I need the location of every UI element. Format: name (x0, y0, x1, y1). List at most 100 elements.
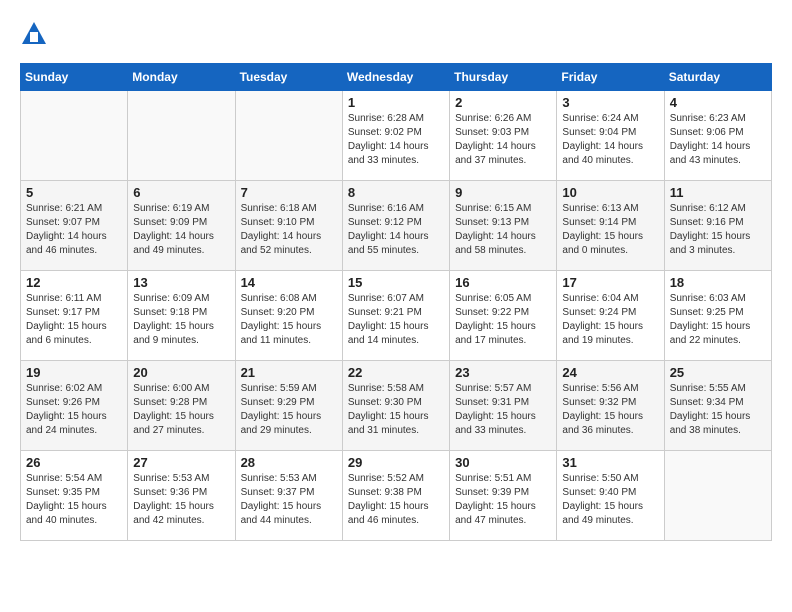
day-cell: 20 Sunrise: 6:00 AM Sunset: 9:28 PM Dayli… (128, 361, 235, 451)
day-number: 23 (455, 365, 551, 380)
day-info: Sunrise: 5:52 AM Sunset: 9:38 PM Dayligh… (348, 472, 444, 528)
day-cell: 18Sunrise: 6:03 AM Sunset: 9:25 PM Dayli… (664, 271, 771, 361)
day-number: 9 (455, 185, 551, 200)
day-info: Sunrise: 6:02 AM Sunset: 9:26 PM Dayligh… (26, 382, 122, 438)
day-number: 21 (241, 365, 337, 380)
day-info: Sunrise: 5:56 AM Sunset: 9:32 PM Dayligh… (562, 382, 658, 438)
day-cell: 7 Sunrise: 6:18 AM Sunset: 9:10 PM Daylig… (235, 181, 342, 271)
day-info: Sunrise: 6:05 AM Sunset: 9:22 PM Dayligh… (455, 292, 551, 348)
day-cell: 31 Sunrise: 5:50 AM Sunset: 9:40 PM Dayli… (557, 451, 664, 541)
day-cell: 24 Sunrise: 5:56 AM Sunset: 9:32 PM Dayli… (557, 361, 664, 451)
day-number: 1 (348, 95, 444, 110)
day-number: 25 (670, 365, 766, 380)
day-cell (128, 91, 235, 181)
calendar-body: 1 Sunrise: 6:28 AM Sunset: 9:02 PM Daylig… (21, 91, 772, 541)
day-info: Sunrise: 6:04 AM Sunset: 9:24 PM Dayligh… (562, 292, 658, 348)
day-info: Sunrise: 5:51 AM Sunset: 9:39 PM Dayligh… (455, 472, 551, 528)
day-cell: 10 Sunrise: 6:13 AM Sunset: 9:14 PM Dayli… (557, 181, 664, 271)
day-cell: 8 Sunrise: 6:16 AM Sunset: 9:12 PM Daylig… (342, 181, 449, 271)
week-row: 26 Sunrise: 5:54 AM Sunset: 9:35 PM Dayli… (21, 451, 772, 541)
header-cell-monday: Monday (128, 64, 235, 91)
header-cell-friday: Friday (557, 64, 664, 91)
day-number: 5 (26, 185, 122, 200)
day-cell: 27 Sunrise: 5:53 AM Sunset: 9:36 PM Dayli… (128, 451, 235, 541)
day-number: 28 (241, 455, 337, 470)
day-info: Sunrise: 6:28 AM Sunset: 9:02 PM Dayligh… (348, 112, 444, 168)
day-cell: 30Sunrise: 5:51 AM Sunset: 9:39 PM Dayli… (450, 451, 557, 541)
day-cell: 26 Sunrise: 5:54 AM Sunset: 9:35 PM Dayli… (21, 451, 128, 541)
day-info: Sunrise: 6:19 AM Sunset: 9:09 PM Dayligh… (133, 202, 229, 258)
day-info: Sunrise: 5:53 AM Sunset: 9:37 PM Dayligh… (241, 472, 337, 528)
day-info: Sunrise: 6:11 AM Sunset: 9:17 PM Dayligh… (26, 292, 122, 348)
calendar-header: SundayMondayTuesdayWednesdayThursdayFrid… (21, 64, 772, 91)
day-number: 19 (26, 365, 122, 380)
week-row: 5 Sunrise: 6:21 AM Sunset: 9:07 PM Daylig… (21, 181, 772, 271)
day-number: 4 (670, 95, 766, 110)
day-info: Sunrise: 6:23 AM Sunset: 9:06 PM Dayligh… (670, 112, 766, 168)
day-cell: 23Sunrise: 5:57 AM Sunset: 9:31 PM Dayli… (450, 361, 557, 451)
day-cell: 9Sunrise: 6:15 AM Sunset: 9:13 PM Daylig… (450, 181, 557, 271)
header-cell-saturday: Saturday (664, 64, 771, 91)
day-cell: 1 Sunrise: 6:28 AM Sunset: 9:02 PM Daylig… (342, 91, 449, 181)
day-cell: 2 Sunrise: 6:26 AM Sunset: 9:03 PM Daylig… (450, 91, 557, 181)
day-number: 14 (241, 275, 337, 290)
day-number: 6 (133, 185, 229, 200)
day-number: 24 (562, 365, 658, 380)
day-info: Sunrise: 6:00 AM Sunset: 9:28 PM Dayligh… (133, 382, 229, 438)
day-info: Sunrise: 6:18 AM Sunset: 9:10 PM Dayligh… (241, 202, 337, 258)
day-info: Sunrise: 5:54 AM Sunset: 9:35 PM Dayligh… (26, 472, 122, 528)
day-info: Sunrise: 5:50 AM Sunset: 9:40 PM Dayligh… (562, 472, 658, 528)
day-number: 16 (455, 275, 551, 290)
day-cell (664, 451, 771, 541)
day-number: 12 (26, 275, 122, 290)
day-info: Sunrise: 6:16 AM Sunset: 9:12 PM Dayligh… (348, 202, 444, 258)
day-number: 2 (455, 95, 551, 110)
day-cell: 17 Sunrise: 6:04 AM Sunset: 9:24 PM Dayli… (557, 271, 664, 361)
day-info: Sunrise: 6:08 AM Sunset: 9:20 PM Dayligh… (241, 292, 337, 348)
day-cell: 12 Sunrise: 6:11 AM Sunset: 9:17 PM Dayli… (21, 271, 128, 361)
day-number: 13 (133, 275, 229, 290)
calendar-table: SundayMondayTuesdayWednesdayThursdayFrid… (20, 63, 772, 541)
day-cell: 14 Sunrise: 6:08 AM Sunset: 9:20 PM Dayli… (235, 271, 342, 361)
day-cell (235, 91, 342, 181)
day-cell: 16 Sunrise: 6:05 AM Sunset: 9:22 PM Dayli… (450, 271, 557, 361)
week-row: 12 Sunrise: 6:11 AM Sunset: 9:17 PM Dayli… (21, 271, 772, 361)
day-number: 31 (562, 455, 658, 470)
day-number: 20 (133, 365, 229, 380)
day-cell (21, 91, 128, 181)
day-cell: 19 Sunrise: 6:02 AM Sunset: 9:26 PM Dayli… (21, 361, 128, 451)
day-number: 22 (348, 365, 444, 380)
page-header (20, 20, 772, 48)
header-cell-sunday: Sunday (21, 64, 128, 91)
day-number: 29 (348, 455, 444, 470)
day-cell: 22Sunrise: 5:58 AM Sunset: 9:30 PM Dayli… (342, 361, 449, 451)
day-number: 11 (670, 185, 766, 200)
day-info: Sunrise: 5:53 AM Sunset: 9:36 PM Dayligh… (133, 472, 229, 528)
day-info: Sunrise: 6:13 AM Sunset: 9:14 PM Dayligh… (562, 202, 658, 258)
day-cell: 15Sunrise: 6:07 AM Sunset: 9:21 PM Dayli… (342, 271, 449, 361)
day-number: 26 (26, 455, 122, 470)
header-cell-wednesday: Wednesday (342, 64, 449, 91)
week-row: 1 Sunrise: 6:28 AM Sunset: 9:02 PM Daylig… (21, 91, 772, 181)
day-cell: 5 Sunrise: 6:21 AM Sunset: 9:07 PM Daylig… (21, 181, 128, 271)
day-cell: 11 Sunrise: 6:12 AM Sunset: 9:16 PM Dayli… (664, 181, 771, 271)
day-cell: 21Sunrise: 5:59 AM Sunset: 9:29 PM Dayli… (235, 361, 342, 451)
day-cell: 3Sunrise: 6:24 AM Sunset: 9:04 PM Daylig… (557, 91, 664, 181)
day-info: Sunrise: 5:55 AM Sunset: 9:34 PM Dayligh… (670, 382, 766, 438)
day-number: 3 (562, 95, 658, 110)
day-number: 10 (562, 185, 658, 200)
day-info: Sunrise: 6:21 AM Sunset: 9:07 PM Dayligh… (26, 202, 122, 258)
day-number: 8 (348, 185, 444, 200)
day-info: Sunrise: 6:26 AM Sunset: 9:03 PM Dayligh… (455, 112, 551, 168)
day-number: 15 (348, 275, 444, 290)
day-info: Sunrise: 6:12 AM Sunset: 9:16 PM Dayligh… (670, 202, 766, 258)
day-number: 17 (562, 275, 658, 290)
logo-icon (20, 20, 48, 48)
day-info: Sunrise: 6:09 AM Sunset: 9:18 PM Dayligh… (133, 292, 229, 348)
header-cell-tuesday: Tuesday (235, 64, 342, 91)
day-number: 27 (133, 455, 229, 470)
day-cell: 29 Sunrise: 5:52 AM Sunset: 9:38 PM Dayli… (342, 451, 449, 541)
day-cell: 13 Sunrise: 6:09 AM Sunset: 9:18 PM Dayli… (128, 271, 235, 361)
day-cell: 25 Sunrise: 5:55 AM Sunset: 9:34 PM Dayli… (664, 361, 771, 451)
day-number: 7 (241, 185, 337, 200)
